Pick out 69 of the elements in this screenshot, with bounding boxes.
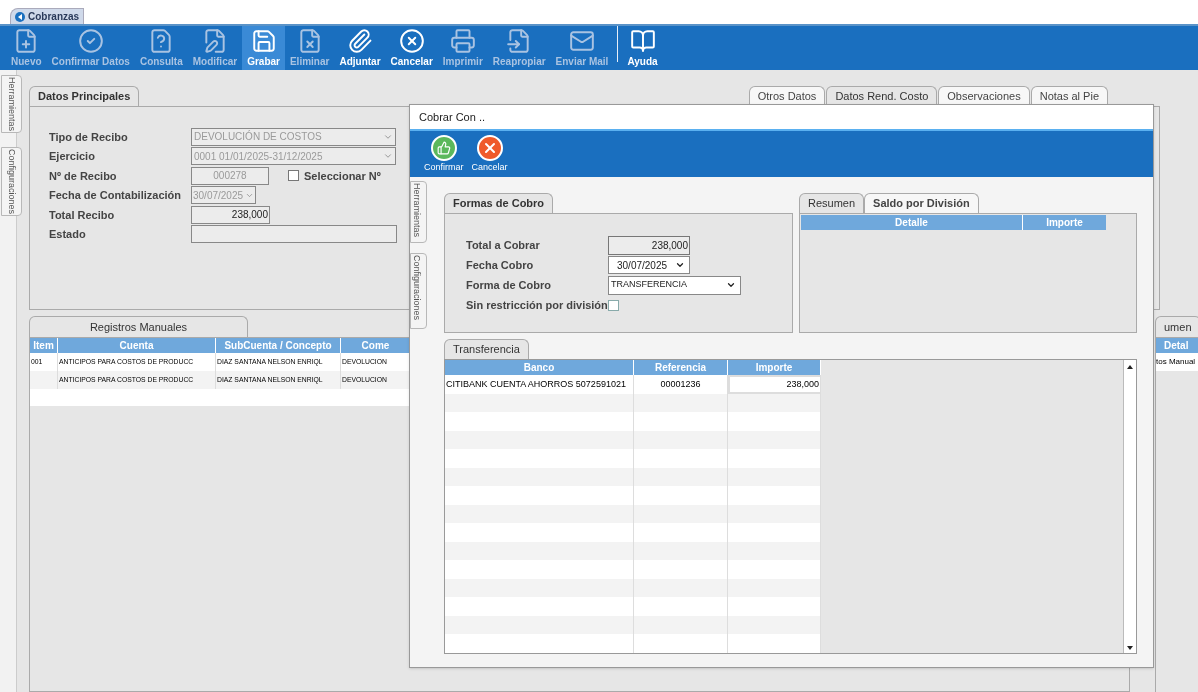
field-label: Fecha de Contabilización [49,188,183,203]
column-header: Detal [1156,338,1198,353]
text-field[interactable] [191,225,397,244]
side-tab[interactable]: Configuraciones [410,253,427,329]
tab[interactable]: Transferencia [444,339,529,359]
dropdown-icon [726,280,736,290]
column-header: Cuenta [58,338,216,353]
amount-field[interactable]: 238,000 [191,205,270,224]
mail-icon [569,28,595,54]
scroll-down-icon [1127,646,1133,650]
toolbar-button[interactable]: Ayuda [622,26,663,70]
side-tab[interactable]: Configuraciones [1,147,22,217]
scroll-up-icon [1127,365,1133,369]
cancel-icon [398,28,425,54]
tab[interactable]: Observaciones [938,86,1030,106]
checkbox[interactable] [608,299,619,311]
tab[interactable]: Saldo por División [864,193,979,213]
side-tab[interactable]: Herramientas [1,75,22,134]
tab[interactable]: Datos Principales [29,86,140,106]
field-label: Fecha Cobro [466,257,535,273]
dialog-button[interactable]: Confirmar [422,134,466,174]
field-label: Sin restricción por división [466,297,608,313]
logo-icon [15,11,25,22]
column-header: SubCuenta / Concepto [216,338,341,353]
field-label: Estado [49,227,87,242]
column-header: Importe [1023,215,1106,230]
check-circle-icon [77,28,104,54]
tab[interactable]: umen [1155,316,1198,337]
cancel-icon [476,134,503,161]
field-label: Ejercicio [49,149,96,164]
app-tab[interactable]: Cobranzas [10,8,85,24]
field-label: Tipo de Recibo [49,129,129,145]
field-label: Total a Cobrar [466,237,541,253]
checkbox[interactable] [288,170,299,182]
tab[interactable]: Otros Datos [748,86,826,106]
thumbs-up-icon [430,134,457,161]
book-icon [629,28,656,54]
amount-field[interactable]: 238,000 [608,235,690,255]
field-label: Forma de Cobro [466,277,552,293]
scrollbar[interactable] [1123,360,1136,653]
tab[interactable]: Notas al Pie [1030,86,1108,106]
toolbar-button[interactable]: Grabar [242,26,285,70]
dialog-title: Cobrar Con .. [419,109,486,125]
side-tab[interactable]: Herramientas [410,181,427,243]
column-header: Importe [728,360,821,375]
toolbar-button[interactable]: Adjuntar [334,26,386,70]
select-field[interactable]: TRANSFERENCIA [608,275,741,295]
column-header: Item [30,338,58,353]
column-header: Banco [445,360,634,375]
table-cell: CITIBANK CUENTA AHORROS 5072591021 [445,375,634,394]
tab[interactable]: Registros Manuales [29,316,248,337]
table-cell: 238,000 [728,375,821,394]
date-field[interactable]: 30/07/2025 [608,256,690,274]
toolbar-button[interactable]: Cancelar [385,26,438,70]
field-label: Total Recibo [49,207,116,223]
printer-icon [449,28,476,54]
column-header: Come [341,338,411,353]
paperclip-icon [346,28,373,54]
field-label: Nº de Recibo [49,168,118,184]
tab[interactable]: Formas de Cobro [444,193,554,213]
column-header: Referencia [634,360,728,375]
table-cell: tos Manual [1156,353,1198,371]
tab[interactable]: Resumen [799,193,865,213]
checkbox-label: Seleccionar Nº [304,168,381,184]
table-cell: 00001236 [634,375,728,394]
tab[interactable]: Datos Rend. Costo [826,86,938,106]
dialog-button[interactable]: Cancelar [469,134,510,174]
column-header: Detalle [801,215,1023,230]
dropdown-icon [675,260,685,270]
